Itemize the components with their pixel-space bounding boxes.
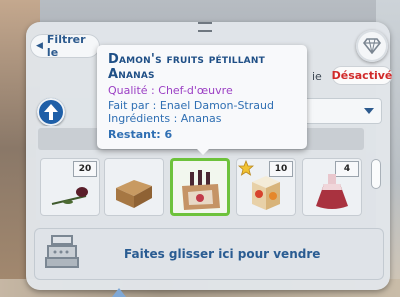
sell-label: Faites glisser ici pour vendre <box>124 247 321 261</box>
filter-label: Filtrer le <box>46 33 86 59</box>
chevron-left-icon: ◀ <box>36 41 43 51</box>
chevron-down-icon <box>364 108 374 114</box>
rose-icon <box>51 187 88 205</box>
potion-icon <box>316 174 348 209</box>
item-tile-potion[interactable]: 4 <box>302 158 362 216</box>
juice-carton-icon <box>252 176 280 210</box>
tooltip-maker: Fait par : Enael Damon-Straud <box>108 99 274 112</box>
crate-icon <box>116 180 152 208</box>
diamond-button[interactable] <box>356 30 388 62</box>
sort-dropdown[interactable] <box>300 98 382 124</box>
filter-button[interactable]: ◀ Filtrer le <box>30 33 100 59</box>
cash-register-icon <box>45 235 79 268</box>
toggle-label: ie <box>312 70 322 83</box>
item-tile-juice-carton[interactable]: 10 <box>236 158 296 216</box>
status-toggle[interactable]: Désactivé <box>332 66 392 85</box>
item-tile-rose[interactable]: 20 <box>40 158 100 216</box>
tooltip-title: Damon's fruits pétillant Ananas <box>108 52 304 82</box>
scrollbar-thumb[interactable] <box>372 160 380 188</box>
tooltip-remaining: Restant: 6 <box>108 128 173 141</box>
tooltip-ingredients: Ingrédients : Ananas <box>108 112 222 125</box>
item-tile-wine-case[interactable] <box>170 158 230 216</box>
diamond-icon <box>363 38 381 54</box>
tooltip-pointer <box>196 148 210 155</box>
bottom-tab-indicator <box>112 288 126 297</box>
wine-case-icon <box>182 170 220 210</box>
tooltip-quality: Qualité : Chef-d'œuvre <box>108 84 233 97</box>
tooltip-title-line2: Ananas <box>108 67 155 82</box>
panel-drag-handle-icon[interactable] <box>198 22 212 32</box>
tooltip-title-line1: Damon's fruits pétillant <box>108 52 265 67</box>
item-tile-crate[interactable] <box>104 158 164 216</box>
scroll-up-button[interactable] <box>37 98 65 126</box>
arrow-up-icon <box>44 104 58 120</box>
